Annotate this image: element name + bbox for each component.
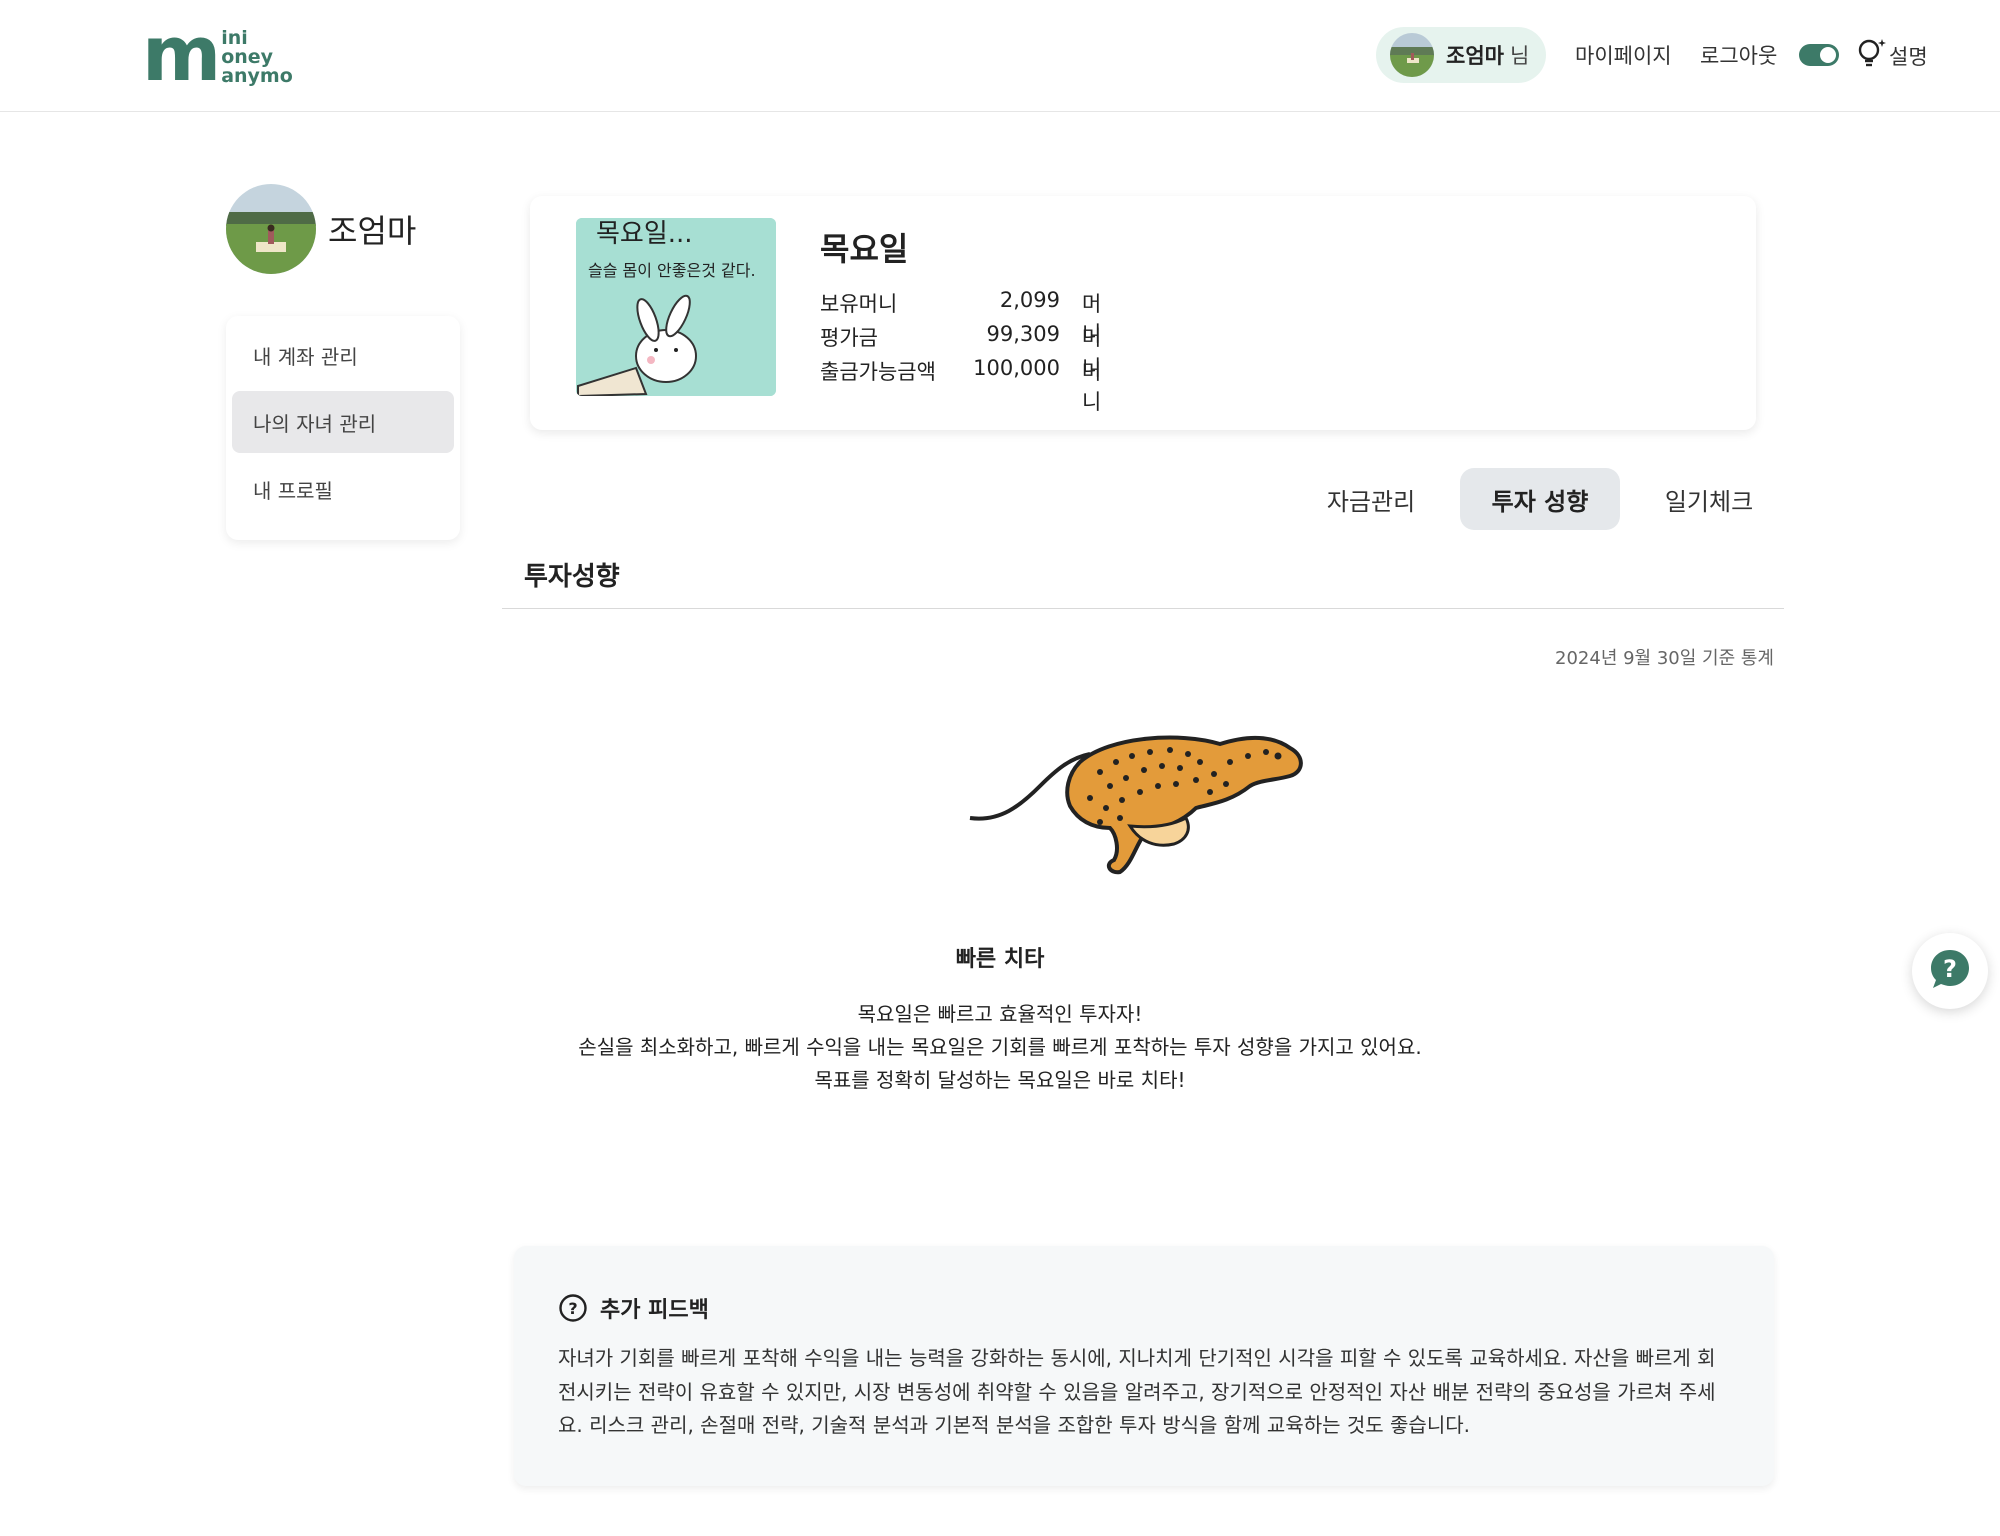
child-image-text-2: 슬슬 몸이 안좋은것 같다. bbox=[588, 261, 756, 280]
child-image-text-1: 목요일... bbox=[596, 219, 693, 249]
question-chat-icon: ? bbox=[1928, 947, 1972, 995]
sidebar-item-account[interactable]: 내 계좌 관리 bbox=[232, 324, 454, 386]
feedback-header: ? 추가 피드백 bbox=[558, 1292, 709, 1324]
feedback-body: 자녀가 기회를 빠르게 포착해 수익을 내는 능력을 강화하는 동시에, 지나치… bbox=[558, 1346, 1716, 1437]
feedback-title: 추가 피드백 bbox=[600, 1298, 709, 1323]
logo-word-2: oney bbox=[221, 45, 274, 68]
side-menu: 내 계좌 관리 나의 자녀 관리 내 프로필 bbox=[226, 316, 460, 540]
description-line: 목표를 정확히 달성하는 목요일은 바로 치타! bbox=[814, 1068, 1186, 1092]
stat-date: 2024년 9월 30일 기준 통계 bbox=[1555, 648, 1774, 669]
floating-help-button[interactable]: ? bbox=[1912, 933, 1988, 1009]
stat-row-valuation: 평가금 99,309 머니 bbox=[820, 322, 1120, 380]
cheetah-illustration bbox=[960, 722, 1320, 892]
mypage-link[interactable]: 마이페이지 bbox=[1575, 40, 1672, 70]
toggle-knob bbox=[1820, 47, 1836, 63]
tab-funds[interactable]: 자금관리 bbox=[1304, 468, 1438, 530]
stat-row-withdrawable: 출금가능금액 100,000 머니 bbox=[820, 356, 1120, 414]
child-image: 목요일... 슬슬 몸이 안좋은것 같다. bbox=[576, 218, 776, 396]
svg-text:?: ? bbox=[568, 1299, 577, 1318]
help-label: 설명 bbox=[1889, 44, 1928, 69]
user-suffix: 님 bbox=[1509, 44, 1530, 68]
user-chip[interactable]: 조엄마 님 bbox=[1376, 27, 1546, 83]
logout-link[interactable]: 로그아웃 bbox=[1700, 40, 1777, 70]
tab-diary-check[interactable]: 일기체크 bbox=[1642, 468, 1776, 530]
help-button[interactable]: 설명 bbox=[1855, 36, 1928, 75]
mode-toggle[interactable] bbox=[1799, 44, 1839, 66]
logo-words: ini oney anymo bbox=[221, 26, 293, 87]
description-line: 목요일은 빠르고 효율적인 투자자! bbox=[857, 1002, 1143, 1026]
child-card: 목요일... 슬슬 몸이 안좋은것 같다. 목요일 보유머니 2,099 머니 … bbox=[530, 196, 1756, 430]
investment-type-name: 빠른 치타 bbox=[955, 947, 1045, 972]
profile-name: 조엄마 bbox=[328, 212, 417, 250]
user-name: 조엄마 bbox=[1446, 44, 1504, 68]
stat-row-holding: 보유머니 2,099 머니 bbox=[820, 288, 1120, 346]
sidebar-item-profile[interactable]: 내 프로필 bbox=[232, 458, 454, 520]
feedback-card: ? 추가 피드백 자녀가 기회를 빠르게 포착해 수익을 내는 능력을 강화하는… bbox=[514, 1246, 1774, 1486]
section-title: 투자성향 bbox=[524, 562, 620, 592]
sidebar-item-children[interactable]: 나의 자녀 관리 bbox=[232, 391, 454, 453]
lightbulb-icon bbox=[1855, 36, 1889, 75]
stat-unit: 머니 bbox=[1082, 360, 1102, 414]
stat-value: 100,000 bbox=[973, 356, 1060, 380]
investment-type-description: 목요일은 빠르고 효율적인 투자자! 손실을 최소화하고, 빠르게 수익을 내는… bbox=[0, 998, 2000, 1097]
stat-label: 출금가능금액 bbox=[820, 360, 936, 384]
logo[interactable]: m ini oney anymo bbox=[142, 16, 293, 92]
stat-value: 2,099 bbox=[999, 288, 1060, 312]
tab-investment-style[interactable]: 투자 성향 bbox=[1460, 468, 1620, 530]
logo-letter: m bbox=[142, 9, 221, 98]
child-name: 목요일 bbox=[820, 230, 909, 268]
top-header: m ini oney anymo 조엄마 님 마이페이지 로그아웃 설명 bbox=[0, 0, 2000, 112]
avatar bbox=[1390, 33, 1434, 77]
stat-label: 보유머니 bbox=[820, 292, 898, 316]
svg-text:?: ? bbox=[1943, 955, 1957, 983]
profile-block: 조엄마 bbox=[226, 184, 416, 274]
logo-word-3: anymo bbox=[221, 64, 293, 87]
description-line: 손실을 최소화하고, 빠르게 수익을 내는 목요일은 기회를 빠르게 포착하는 … bbox=[578, 1035, 1422, 1059]
stat-label: 평가금 bbox=[820, 326, 878, 350]
profile-avatar bbox=[226, 184, 316, 274]
question-circle-icon: ? bbox=[558, 1293, 588, 1323]
logo-word-1: ini bbox=[221, 26, 248, 49]
section-divider bbox=[502, 608, 1784, 609]
stat-value: 99,309 bbox=[986, 322, 1060, 346]
